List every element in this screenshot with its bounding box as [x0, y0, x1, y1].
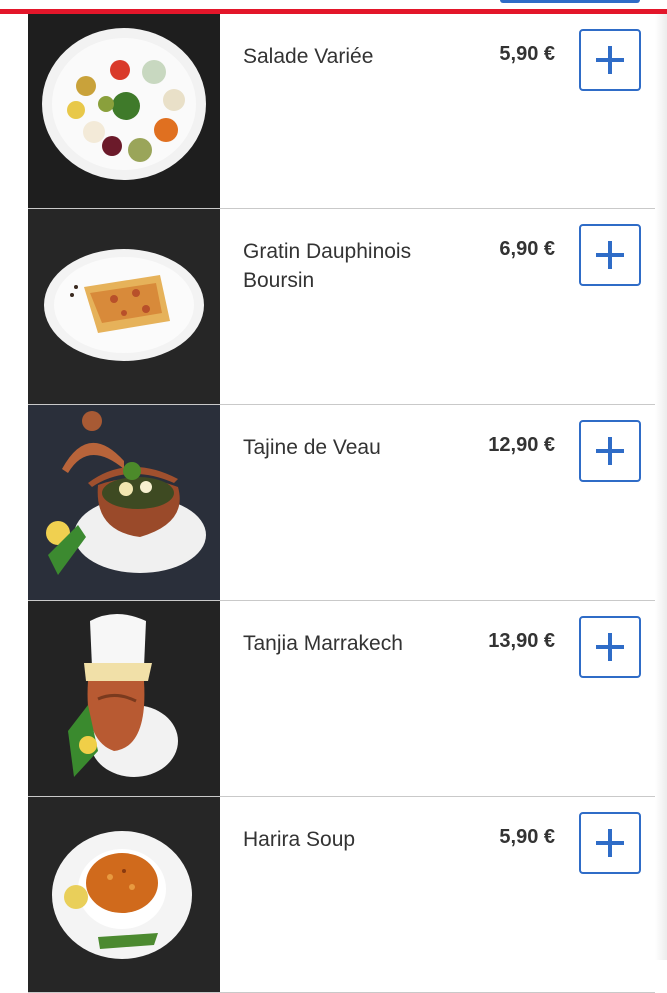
menu-list: Salade Variée 5,90 € Gratin Dauphinois B…	[28, 14, 655, 993]
menu-item: Tajine de Veau 12,90 €	[28, 405, 655, 601]
menu-item: Tanjia Marrakech 13,90 €	[28, 601, 655, 797]
dish-photo	[28, 209, 220, 404]
menu-item: Gratin Dauphinois Boursin 6,90 €	[28, 209, 655, 405]
item-name: Gratin Dauphinois Boursin	[243, 240, 412, 292]
menu-item: Harira Soup 5,90 €	[28, 797, 655, 993]
dish-photo	[28, 601, 220, 796]
item-name: Tanjia Marrakech	[243, 632, 403, 655]
menu-item: Salade Variée 5,90 €	[28, 14, 655, 209]
add-to-cart-button[interactable]	[579, 224, 641, 286]
scrollbar-track[interactable]	[655, 14, 667, 960]
item-price: 5,90 €	[499, 826, 555, 848]
dish-photo	[28, 14, 220, 208]
item-price: 13,90 €	[488, 630, 555, 652]
add-to-cart-button[interactable]	[579, 29, 641, 91]
left-margin	[0, 14, 28, 960]
item-price: 5,90 €	[499, 43, 555, 65]
add-to-cart-button[interactable]	[579, 616, 641, 678]
item-name: Tajine de Veau	[243, 436, 381, 459]
item-price: 12,90 €	[488, 434, 555, 456]
add-to-cart-button[interactable]	[579, 812, 641, 874]
item-name: Harira Soup	[243, 828, 356, 851]
dish-photo	[28, 797, 220, 992]
item-name: Salade Variée	[243, 45, 374, 68]
add-to-cart-button[interactable]	[579, 420, 641, 482]
item-price: 6,90 €	[499, 238, 555, 260]
dish-photo	[28, 405, 220, 600]
header-tab[interactable]	[500, 0, 640, 3]
